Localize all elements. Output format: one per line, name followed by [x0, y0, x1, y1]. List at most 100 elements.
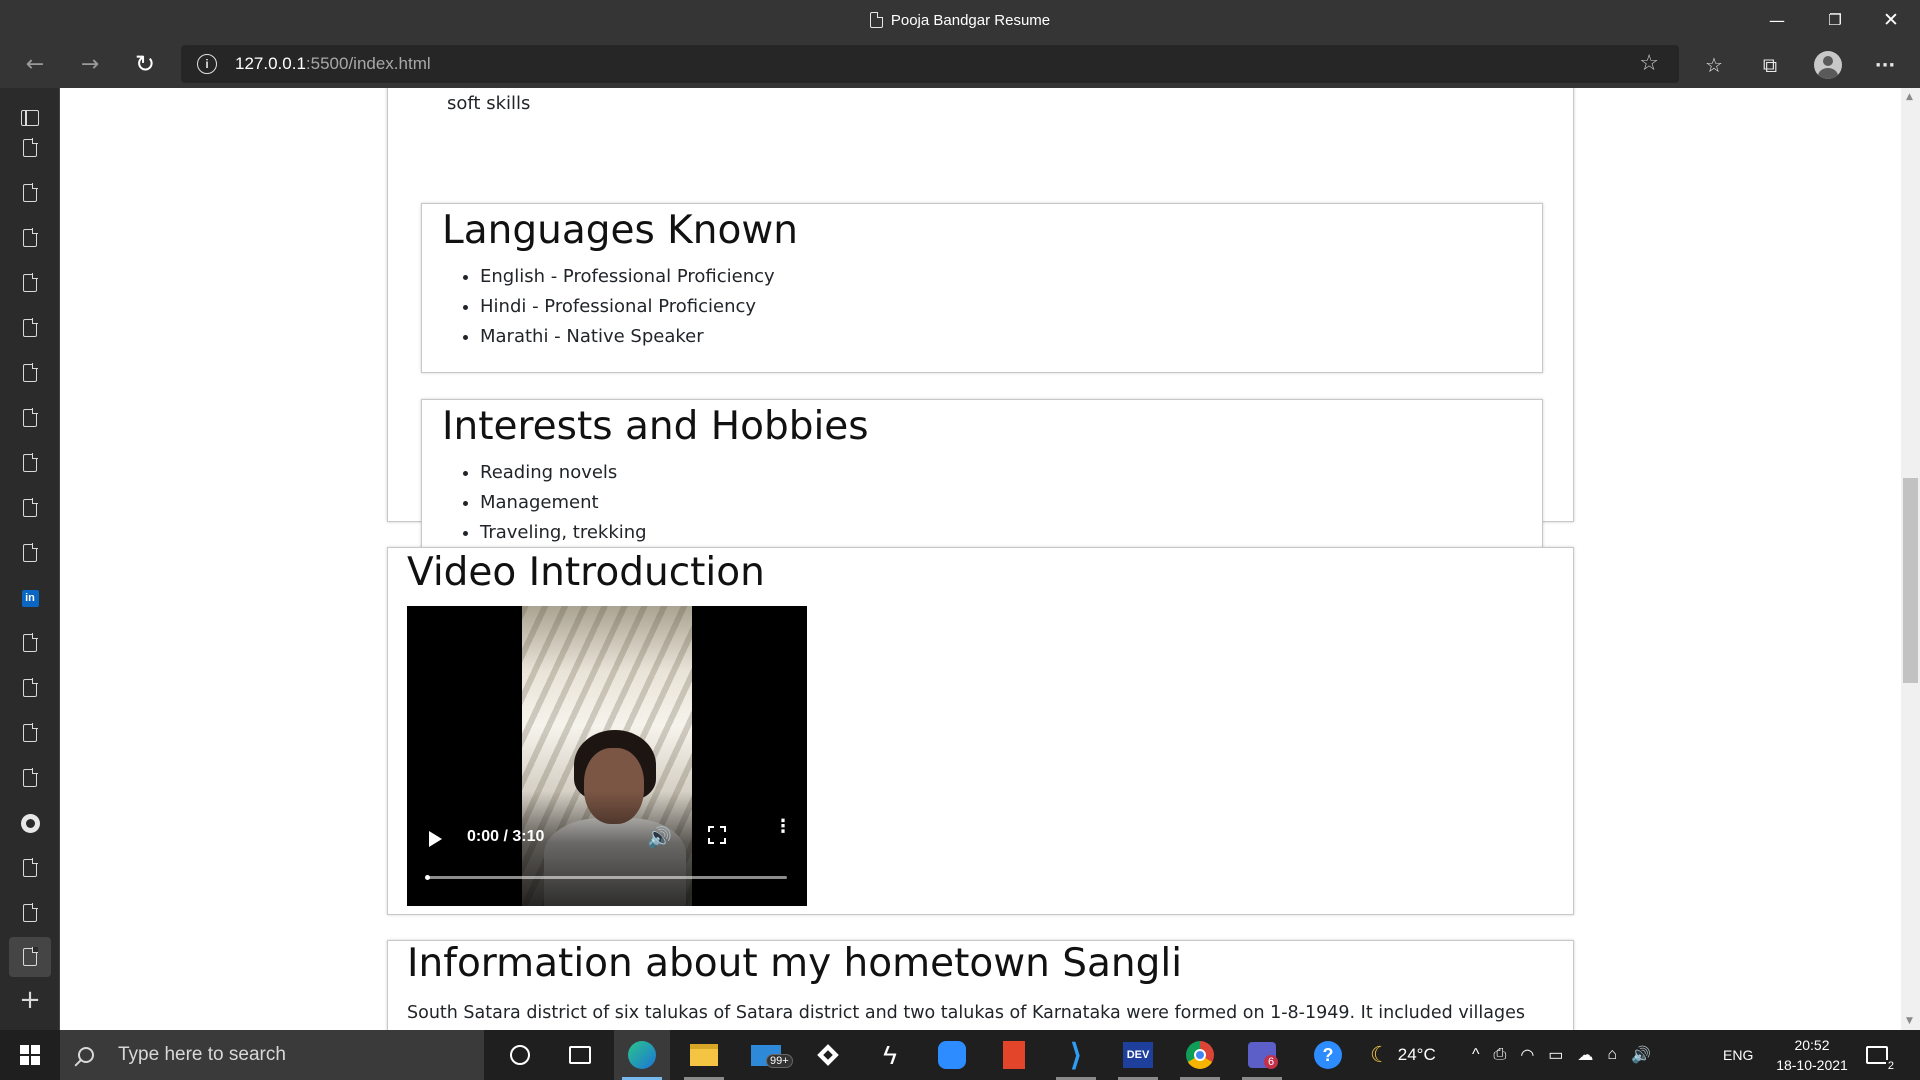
tab-page-icon[interactable] [16, 494, 44, 522]
moon-icon: ☾ [1370, 1042, 1390, 1067]
linkedin-icon[interactable]: in [16, 584, 44, 612]
minimize-button[interactable]: — [1748, 0, 1806, 40]
weather-widget[interactable]: ☾ 24°C [1370, 1030, 1436, 1080]
windows-taskbar: Type here to search 99+ ϟ ⟩ DEV 6 ? ☾ 24… [0, 1030, 1920, 1080]
favorites-icon[interactable]: ☆ [1697, 48, 1731, 82]
tray-device-icon[interactable]: ⎙ [1494, 1046, 1507, 1064]
cloud-icon[interactable]: ☁ [1577, 1045, 1593, 1065]
video-progress-bar[interactable] [425, 875, 787, 880]
tab-page-icon[interactable] [16, 629, 44, 657]
tab-page-icon[interactable] [16, 179, 44, 207]
restore-button[interactable]: ❐ [1806, 0, 1864, 40]
tab-page-icon[interactable] [16, 854, 44, 882]
tab-page-icon[interactable] [16, 134, 44, 162]
play-icon[interactable] [429, 831, 442, 847]
languages-card: Languages Known English - Professional P… [421, 203, 1543, 373]
taskbar-search[interactable]: Type here to search [60, 1030, 484, 1080]
tab-page-blocked-icon[interactable] [16, 674, 44, 702]
network-icon[interactable]: ⌂ [1607, 1046, 1617, 1064]
start-button[interactable] [0, 1030, 60, 1080]
avatar [1814, 51, 1842, 79]
tab-page-icon[interactable] [16, 314, 44, 342]
language-indicator[interactable]: ENG [1723, 1030, 1753, 1080]
task-view-button[interactable] [552, 1030, 608, 1080]
window-title-bar: Pooja Bandgar Resume — ❐ ✕ [0, 0, 1920, 40]
scrollbar-thumb[interactable] [1903, 478, 1918, 683]
tab-page-icon[interactable] [16, 449, 44, 477]
tab-page-icon[interactable] [16, 764, 44, 792]
search-placeholder: Type here to search [118, 1044, 286, 1065]
settings-more-button[interactable]: ··· [1868, 48, 1902, 82]
video-more-icon[interactable]: ⋮ [774, 818, 792, 836]
profile-button[interactable] [1811, 48, 1845, 82]
url-text[interactable]: 127.0.0.1:5500/index.html [235, 54, 431, 74]
app-bolt-icon[interactable]: ϟ [862, 1030, 918, 1080]
temperature: 24°C [1397, 1045, 1436, 1064]
new-tab-button[interactable]: + [16, 986, 44, 1014]
tab-page-selected-icon[interactable] [9, 937, 51, 977]
site-info-icon[interactable]: i [197, 54, 217, 74]
vertical-tabs-sidebar: in + [0, 88, 60, 1030]
tab-page-icon[interactable] [16, 269, 44, 297]
tab-page-icon[interactable] [16, 719, 44, 747]
tab-page-icon[interactable] [16, 224, 44, 252]
hobbies-list: Reading novels Management Traveling, tre… [480, 458, 647, 548]
office-icon[interactable] [986, 1030, 1042, 1080]
refresh-button[interactable]: ↻ [127, 46, 163, 82]
tab-page-icon[interactable] [16, 899, 44, 927]
volume-icon[interactable]: 🔊 [647, 825, 672, 849]
hometown-text: South Satara district of six talukas of … [407, 1003, 1525, 1023]
zoom-icon[interactable] [924, 1030, 980, 1080]
devc-icon[interactable]: DEV [1110, 1030, 1166, 1080]
taskbar-clock[interactable]: 20:52 18-10-2021 [1770, 1035, 1854, 1075]
vscode-icon[interactable]: ⟩ [1048, 1030, 1104, 1080]
forward-button[interactable]: → [72, 46, 108, 82]
languages-list: English - Professional Proficiency Hindi… [480, 262, 775, 352]
github-icon[interactable] [16, 809, 44, 837]
hobbies-heading: Interests and Hobbies [442, 404, 869, 449]
plus-icon: + [19, 985, 41, 1015]
collections-icon[interactable]: ⧉ [1753, 48, 1787, 82]
notifications-button[interactable]: 2 [1866, 1030, 1896, 1080]
address-bar[interactable]: i 127.0.0.1:5500/index.html ☆ [181, 45, 1679, 83]
volume-icon[interactable]: 🔊 [1631, 1045, 1651, 1065]
soft-skills-text: soft skills [447, 93, 531, 114]
dropbox-icon[interactable] [800, 1030, 856, 1080]
page-icon [869, 11, 884, 28]
list-item: Traveling, trekking [480, 518, 647, 548]
video-controls: 0:00 / 3:10 🔊 ⋮ [407, 791, 807, 906]
tab-page-icon[interactable] [16, 539, 44, 567]
browser-toolbar: ← → ↻ i 127.0.0.1:5500/index.html ☆ ☆ ⧉ … [0, 40, 1920, 88]
edge-taskbar-icon[interactable] [614, 1030, 670, 1080]
tray-expand-icon[interactable]: ^ [1472, 1046, 1480, 1064]
page-scrollbar[interactable]: ▲ ▼ [1901, 88, 1920, 1030]
video-time: 0:00 / 3:10 [467, 828, 545, 845]
teams-icon[interactable]: 6 [1234, 1030, 1290, 1080]
back-button[interactable]: ← [17, 46, 53, 82]
tab-actions-icon[interactable] [16, 104, 44, 132]
battery-icon[interactable]: ▭ [1548, 1045, 1563, 1065]
help-icon[interactable]: ? [1300, 1030, 1356, 1080]
skills-card: soft skills Languages Known English - Pr… [387, 88, 1574, 569]
chrome-icon[interactable] [1172, 1030, 1228, 1080]
notification-count: 2 [1885, 1060, 1896, 1072]
window-title-text: Pooja Bandgar Resume [890, 11, 1051, 29]
close-button[interactable]: ✕ [1862, 0, 1920, 40]
teams-badge: 6 [1264, 1055, 1279, 1069]
tab-page-icon[interactable] [16, 359, 44, 387]
add-favorite-icon[interactable]: ☆ [1639, 51, 1659, 76]
tab-page-icon[interactable] [16, 404, 44, 432]
fullscreen-icon[interactable] [708, 826, 726, 844]
url-path: :5500/index.html [305, 54, 431, 73]
windows-logo-icon [20, 1045, 40, 1065]
hometown-heading: Information about my hometown Sangli [407, 941, 1183, 986]
video-player[interactable]: 0:00 / 3:10 🔊 ⋮ [407, 606, 807, 906]
wifi-icon[interactable]: ◠ [1520, 1045, 1534, 1065]
languages-heading: Languages Known [442, 208, 798, 253]
mail-badge: 99+ [766, 1054, 793, 1068]
video-card: Video Introduction 0:00 / 3:10 🔊 ⋮ [387, 547, 1574, 915]
list-item: Reading novels [480, 458, 647, 488]
cortana-button[interactable] [492, 1030, 548, 1080]
mail-icon[interactable]: 99+ [738, 1030, 794, 1080]
file-explorer-icon[interactable] [676, 1030, 732, 1080]
